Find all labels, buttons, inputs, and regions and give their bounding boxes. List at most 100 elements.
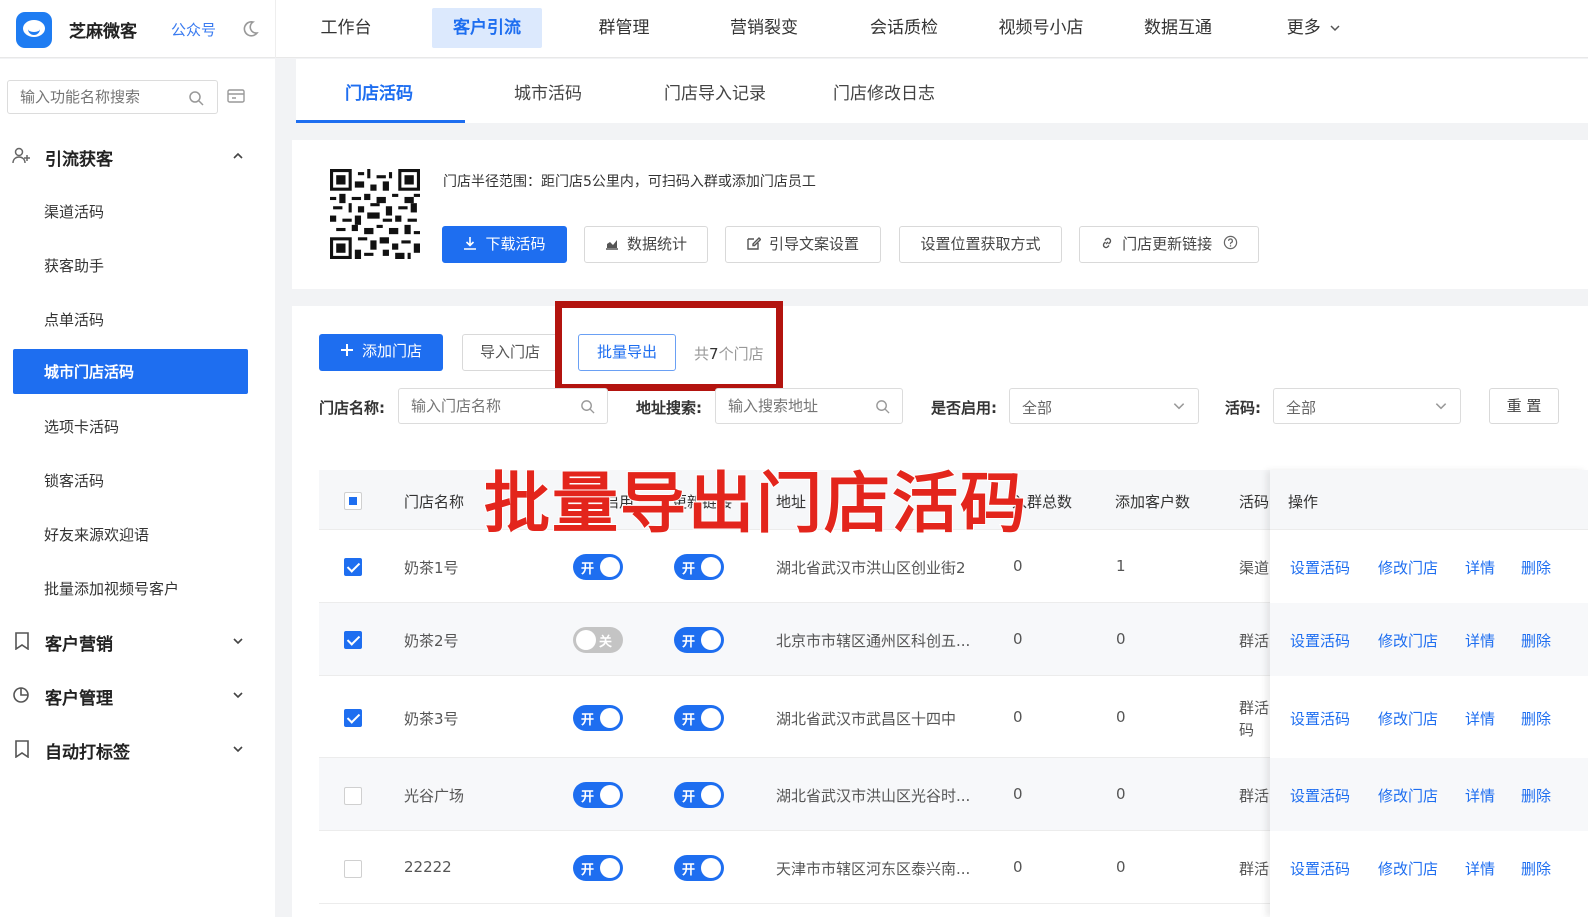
delete-link[interactable]: 删除 [1521,557,1551,578]
nav-workbench[interactable]: 工作台 [306,8,386,48]
tab-city-code[interactable]: 城市活码 [514,79,582,104]
toggle-text: 开 [682,863,696,878]
sidebar-group-label: 客户管理 [45,689,113,709]
edit-store-link[interactable]: 修改门店 [1378,858,1438,879]
row-checkbox[interactable] [344,558,362,576]
select-all-checkbox[interactable] [344,492,362,510]
tab-change-log[interactable]: 门店修改日志 [833,79,935,104]
import-store-button[interactable]: 导入门店 [462,334,558,371]
row-checkbox[interactable] [344,787,362,805]
row-checkbox[interactable] [344,631,362,649]
nav-data-interop[interactable]: 数据互通 [1128,8,1228,48]
location-method-button[interactable]: 设置位置获取方式 [899,226,1062,263]
official-account-link[interactable]: 公众号 [171,19,216,40]
edit-store-link[interactable]: 修改门店 [1378,708,1438,729]
details-link[interactable]: 详情 [1465,785,1495,806]
delete-link[interactable]: 删除 [1521,858,1551,879]
toggle-text: 关 [599,635,613,650]
guide-text-settings-button[interactable]: 引导文案设置 [725,226,881,263]
update-link-toggle[interactable]: 开 [674,554,724,580]
sidebar-item-acquisition-assistant[interactable]: 获客助手 [0,244,275,284]
sidebar-item-order-code[interactable]: 点单活码 [0,298,275,338]
sidebar-item-tab-code[interactable]: 选项卡活码 [0,405,275,445]
enabled-toggle[interactable]: 开 [573,855,623,881]
edit-store-link[interactable]: 修改门店 [1378,630,1438,651]
set-code-link[interactable]: 设置活码 [1290,557,1350,578]
details-link[interactable]: 详情 [1465,557,1495,578]
sidebar-group-customer-management[interactable]: 客户管理 [0,675,275,715]
data-stats-button[interactable]: 数据统计 [584,226,708,263]
sidebar-group-auto-tag[interactable]: 自动打标签 [0,729,275,769]
cell-code: 群活码 [1239,699,1270,739]
tab-store-code[interactable]: 门店活码 [345,79,413,104]
store-radius-text: 门店半径范围：距门店5公里内，可扫码入群或添加门店员工 [443,174,816,190]
address-filter[interactable] [715,388,903,424]
set-code-link[interactable]: 设置活码 [1290,708,1350,729]
nav-group-management[interactable]: 群管理 [584,8,664,48]
help-icon[interactable] [1223,235,1238,250]
store-name-filter[interactable] [398,388,608,424]
download-code-button[interactable]: 下载活码 [442,226,567,263]
toggle-text: 开 [682,713,696,728]
store-update-link-button[interactable]: 门店更新链接 [1079,226,1259,263]
sidebar-item-lock-code[interactable]: 锁客活码 [0,459,275,499]
row-checkbox[interactable] [344,860,362,878]
edit-store-link[interactable]: 修改门店 [1378,785,1438,806]
search-icon[interactable] [580,399,595,414]
update-link-toggle[interactable]: 开 [674,782,724,808]
set-code-link[interactable]: 设置活码 [1290,630,1350,651]
logo-icon [16,12,52,48]
update-link-toggle[interactable]: 开 [674,855,724,881]
sidebar-group-label: 引流获客 [45,150,113,170]
details-link[interactable]: 详情 [1465,858,1495,879]
active-tab-indicator [296,120,465,123]
nav-channels-shop[interactable]: 视频号小店 [986,8,1096,48]
store-name-input[interactable] [399,389,566,423]
edit-store-link[interactable]: 修改门店 [1378,557,1438,578]
update-link-toggle[interactable]: 开 [674,705,724,731]
sidebar-item-city-store-code[interactable]: 城市门店活码 [13,349,248,394]
update-link-toggle[interactable]: 开 [674,627,724,653]
toggle-text: 开 [581,863,595,878]
function-search[interactable] [7,80,218,114]
enabled-filter-select[interactable]: 全部 [1009,388,1199,424]
function-search-input[interactable] [8,81,178,113]
nav-more[interactable]: 更多 [1284,8,1344,48]
delete-link[interactable]: 删除 [1521,708,1551,729]
search-icon[interactable] [875,399,890,414]
cell-code: 群活 [1239,860,1270,878]
bookmark-icon [15,632,29,650]
delete-link[interactable]: 删除 [1521,785,1551,806]
nav-session-inspection[interactable]: 会话质检 [854,8,954,48]
card-icon[interactable] [227,88,245,104]
tab-import-records[interactable]: 门店导入记录 [664,79,766,104]
enabled-toggle[interactable]: 开 [573,554,623,580]
add-store-button[interactable]: 添加门店 [319,334,443,371]
sidebar-item-channel-code[interactable]: 渠道活码 [0,190,275,230]
nav-customer-acquisition[interactable]: 客户引流 [432,8,542,48]
enabled-toggle[interactable]: 开 [573,782,623,808]
search-icon[interactable] [188,90,204,106]
set-code-link[interactable]: 设置活码 [1290,858,1350,879]
enabled-toggle[interactable]: 关 [573,627,623,653]
delete-link[interactable]: 删除 [1521,630,1551,651]
sidebar-group-acquisition[interactable]: 引流获客 [0,136,275,176]
dark-mode-icon[interactable] [240,19,260,39]
set-code-link[interactable]: 设置活码 [1290,785,1350,806]
bar-chart-icon [605,239,618,250]
sidebar-group-marketing[interactable]: 客户营销 [0,621,275,661]
sidebar-item-batch-add-channels[interactable]: 批量添加视频号客户 [0,567,275,607]
nav-marketing-fission[interactable]: 营销裂变 [714,8,814,48]
toggle-knob [600,708,620,728]
code-filter-select[interactable]: 全部 [1273,388,1461,424]
edit-icon [747,236,761,250]
row-checkbox[interactable] [344,709,362,727]
details-link[interactable]: 详情 [1465,708,1495,729]
address-input[interactable] [716,389,865,423]
sidebar-item-welcome-message[interactable]: 好友来源欢迎语 [0,513,275,553]
enabled-toggle[interactable]: 开 [573,705,623,731]
details-link[interactable]: 详情 [1465,630,1495,651]
nav-more-label: 更多 [1286,18,1321,38]
reset-button[interactable]: 重 置 [1489,388,1559,424]
cell-customer-count: 0 [1116,858,1126,876]
